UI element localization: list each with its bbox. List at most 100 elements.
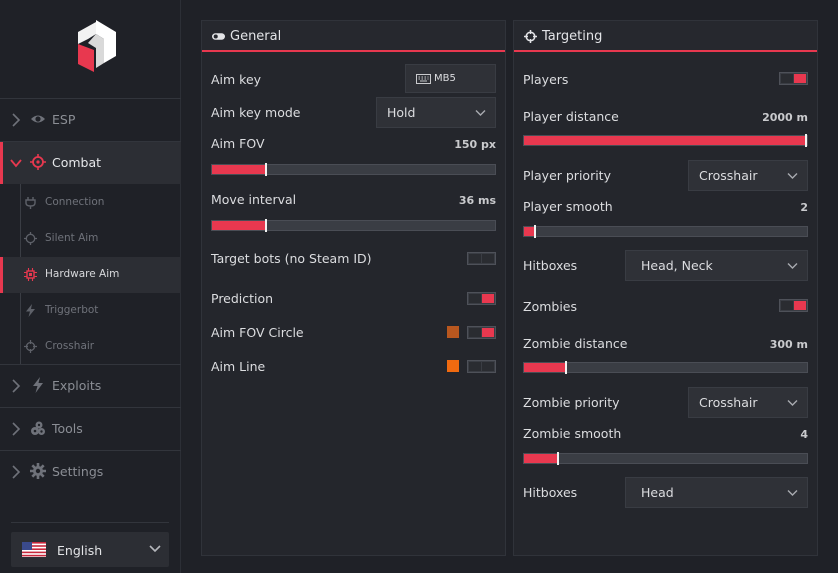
zombie-smooth-slider[interactable]: [523, 452, 808, 465]
aim-fov-slider[interactable]: [211, 163, 496, 176]
nav-item-combat[interactable]: Combat: [0, 142, 181, 184]
sub-item-silent-aim[interactable]: Silent Aim: [0, 221, 181, 257]
slider-fill: [524, 454, 558, 463]
chevron-down-icon: [787, 490, 798, 496]
toggle-knob: [482, 254, 494, 263]
chevron-down-icon: [787, 173, 798, 179]
targeting-header: Targeting: [514, 21, 817, 52]
sidebar: ESP Combat Connection Silent Aim Hardwar…: [0, 0, 181, 573]
nav-item-esp[interactable]: ESP: [0, 99, 181, 141]
plug-icon: [25, 197, 36, 209]
aim-line-toggle[interactable]: [467, 360, 496, 373]
nav-item-tools[interactable]: Tools: [0, 408, 181, 450]
slider-fill: [212, 221, 266, 230]
aim-fov-circle-label: Aim FOV Circle: [211, 325, 304, 340]
aim-key-value: MB5: [434, 73, 456, 84]
player-smooth-label: Player smooth: [523, 199, 613, 214]
language-label: English: [57, 543, 103, 558]
slider-fill: [212, 165, 266, 174]
slider-thumb[interactable]: [557, 452, 559, 465]
chip-icon: [24, 268, 37, 281]
zombie-distance-value: 300 m: [769, 338, 808, 351]
zombie-priority-dropdown[interactable]: Crosshair: [688, 387, 808, 418]
player-distance-value: 2000 m: [762, 111, 808, 124]
bolt-icon: [26, 304, 35, 317]
slider-fill: [524, 363, 566, 372]
sub-item-label: Hardware Aim: [45, 268, 120, 280]
dropdown-value: Hold: [387, 105, 416, 120]
toggle-knob: [794, 301, 806, 310]
player-smooth-value: 2: [800, 201, 808, 214]
zombie-hitboxes-dropdown[interactable]: Head: [625, 477, 808, 508]
chevron-down-icon: [475, 110, 486, 116]
toggle-knob: [482, 362, 494, 371]
zombie-smooth-value: 4: [800, 428, 808, 441]
player-priority-dropdown[interactable]: Crosshair: [688, 160, 808, 191]
dropdown-value: Crosshair: [699, 168, 758, 183]
player-hitboxes-dropdown[interactable]: Head, Neck: [625, 250, 808, 281]
target-bots-toggle[interactable]: [467, 252, 496, 265]
zombie-distance-slider[interactable]: [523, 361, 808, 374]
aim-fov-circle-toggle[interactable]: [467, 326, 496, 339]
aim-fov-value: 150 px: [454, 138, 496, 151]
move-interval-value: 36 ms: [458, 194, 496, 207]
players-toggle[interactable]: [779, 72, 808, 85]
aim-fov-label: Aim FOV: [211, 136, 265, 151]
aim-line-label: Aim Line: [211, 359, 266, 374]
bolt-icon: [33, 377, 43, 393]
sub-item-triggerbot[interactable]: Triggerbot: [0, 293, 181, 329]
zombies-label: Zombies: [523, 299, 577, 314]
zombie-hitboxes-label: Hitboxes: [523, 485, 578, 500]
toggle-knob: [794, 74, 806, 83]
prediction-toggle[interactable]: [467, 292, 496, 305]
nav-item-exploits[interactable]: Exploits: [0, 365, 181, 407]
move-interval-label: Move interval: [211, 192, 297, 207]
slider-thumb[interactable]: [265, 163, 267, 176]
nav-item-label: Combat: [52, 155, 102, 170]
prediction-label: Prediction: [211, 291, 274, 306]
nav-item-label: Settings: [52, 464, 104, 479]
slider-fill: [524, 136, 807, 145]
general-header: General: [202, 21, 505, 52]
fov-circle-color-swatch[interactable]: [447, 326, 459, 338]
aim-key-bind[interactable]: MB5: [405, 64, 496, 93]
sub-item-label: Connection: [45, 196, 105, 208]
slider-thumb[interactable]: [565, 361, 567, 374]
sub-item-crosshair[interactable]: Crosshair: [0, 329, 181, 365]
sub-item-label: Crosshair: [45, 340, 95, 352]
dropdown-value: Head, Neck: [641, 258, 713, 273]
dropdown-value: Crosshair: [699, 395, 758, 410]
nav-item-label: Tools: [52, 421, 83, 436]
aim-line-color-swatch[interactable]: [447, 360, 459, 372]
chevron-down-icon: [787, 400, 798, 406]
players-label: Players: [523, 72, 569, 87]
keyboard-icon: [416, 74, 431, 84]
chevron-right-icon: [12, 379, 21, 393]
player-distance-slider[interactable]: [523, 134, 808, 147]
zombies-toggle[interactable]: [779, 299, 808, 312]
player-distance-label: Player distance: [523, 109, 619, 124]
nav-item-label: Exploits: [52, 378, 102, 393]
slider-thumb[interactable]: [265, 219, 267, 232]
chevron-down-icon: [787, 263, 798, 269]
crosshair-icon: [30, 154, 46, 170]
slider-thumb[interactable]: [534, 225, 536, 238]
nav-divider: [11, 522, 169, 523]
aim-key-mode-dropdown[interactable]: Hold: [376, 97, 496, 128]
nav-item-settings[interactable]: Settings: [0, 451, 181, 493]
sub-item-hardware-aim[interactable]: Hardware Aim: [0, 257, 181, 293]
player-hitboxes-label: Hitboxes: [523, 258, 578, 273]
general-panel: General Aim key MB5 Aim key mode Hold Ai…: [201, 20, 506, 556]
aim-key-mode-label: Aim key mode: [211, 105, 301, 120]
sub-item-connection[interactable]: Connection: [0, 185, 181, 221]
move-interval-slider[interactable]: [211, 219, 496, 232]
player-smooth-slider[interactable]: [523, 225, 808, 238]
eye-icon: [31, 115, 45, 123]
dropdown-value: Head: [641, 485, 674, 500]
language-select[interactable]: English: [11, 532, 169, 567]
panel-title: Targeting: [542, 29, 603, 44]
toggle-knob: [482, 294, 494, 303]
nav-item-label: ESP: [52, 112, 76, 127]
tools-icon: [31, 421, 45, 435]
slider-thumb[interactable]: [805, 134, 807, 147]
